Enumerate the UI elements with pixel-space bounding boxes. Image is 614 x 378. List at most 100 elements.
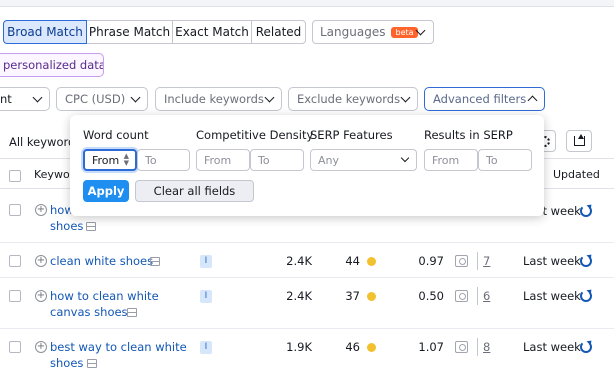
- col-updated-header[interactable]: Updated: [553, 168, 600, 181]
- serp-features-label: SERP Features: [310, 128, 393, 142]
- word-count-from-value: From: [92, 153, 120, 167]
- refresh-icon[interactable]: [580, 290, 592, 302]
- languages-dropdown[interactable]: Languages beta: [312, 20, 434, 44]
- export-arrow: [578, 134, 584, 139]
- tab-exact-match[interactable]: Exact Match: [172, 20, 252, 44]
- personalized-data-button[interactable]: personalized data: [0, 53, 104, 77]
- serp-snapshot-icon[interactable]: [86, 222, 96, 231]
- include-keywords-filter[interactable]: Include keywords: [155, 87, 282, 111]
- divider: [477, 287, 478, 305]
- cpc-value: 0.97: [418, 254, 444, 268]
- add-to-list-icon[interactable]: +: [35, 255, 47, 267]
- competitive-density-from-input[interactable]: From: [196, 149, 250, 171]
- kd-indicator-dot: [367, 343, 376, 352]
- exclude-keywords-filter[interactable]: Exclude keywords: [288, 87, 418, 111]
- beta-badge: beta: [391, 26, 418, 38]
- intent-filter-label: nt: [0, 92, 12, 106]
- top-bar: [0, 0, 614, 7]
- cpc-filter[interactable]: CPC (USD): [56, 87, 148, 111]
- results-to-placeholder: To: [486, 153, 498, 167]
- chevron-down-icon: [400, 92, 411, 103]
- results-link[interactable]: 6: [483, 289, 490, 303]
- advanced-filters-label: Advanced filters: [433, 92, 527, 106]
- add-to-list-icon[interactable]: +: [35, 341, 47, 353]
- serp-features-value: Any: [318, 153, 340, 167]
- kd-indicator-dot: [367, 292, 376, 301]
- results-from-input[interactable]: From: [424, 149, 478, 171]
- languages-label: Languages: [320, 25, 386, 39]
- competitive-density-to-input[interactable]: To: [250, 149, 304, 171]
- advanced-filters-popup: Word count Competitive Density SERP Feat…: [70, 115, 544, 216]
- clear-all-fields-button[interactable]: Clear all fields: [135, 180, 254, 202]
- refresh-icon[interactable]: [580, 205, 592, 217]
- results-link[interactable]: 8: [483, 340, 490, 354]
- divider: [477, 338, 478, 356]
- competitive-density-label: Competitive Density: [196, 128, 314, 142]
- keyword-text-line1: how to clean white: [50, 289, 159, 303]
- keyword-text-line2: canvas shoes: [50, 305, 128, 319]
- refresh-icon[interactable]: [580, 341, 592, 353]
- volume-value: 2.4K: [286, 289, 312, 303]
- keyword-text-line1: clean white shoes: [50, 254, 154, 268]
- updated-text: Last week: [523, 340, 581, 354]
- advanced-filters-button[interactable]: Advanced filters: [424, 87, 545, 111]
- include-keywords-label: Include keywords: [164, 92, 264, 106]
- exclude-keywords-label: Exclude keywords: [297, 92, 401, 106]
- row-checkbox[interactable]: [9, 204, 21, 216]
- add-to-list-icon[interactable]: +: [35, 204, 47, 216]
- word-count-label: Word count: [83, 128, 149, 142]
- kd-value: 46: [345, 340, 360, 354]
- stepper-icon[interactable]: ▲ ▼: [124, 153, 129, 167]
- intent-filter[interactable]: nt: [0, 87, 50, 111]
- serp-features-icon[interactable]: [455, 341, 468, 353]
- col-keyword-header[interactable]: Keywo: [34, 168, 70, 181]
- serp-snapshot-icon[interactable]: [87, 359, 97, 368]
- refresh-icon[interactable]: [580, 255, 592, 267]
- serp-features-select[interactable]: Any: [310, 149, 417, 171]
- word-count-to-input[interactable]: To: [137, 149, 190, 171]
- chevron-down-icon: [264, 92, 275, 103]
- chevron-down-icon: [32, 92, 43, 103]
- keyword-text-line2: shoes: [50, 356, 84, 370]
- chevron-down-icon: [130, 92, 141, 103]
- kd-value: 44: [345, 254, 360, 268]
- intent-badge: I: [200, 290, 212, 303]
- row-divider: [0, 242, 614, 243]
- tab-broad-match[interactable]: Broad Match: [3, 20, 87, 44]
- chevron-down-icon: [400, 153, 410, 163]
- volume-value: 2.4K: [286, 254, 312, 268]
- tab-phrase-match[interactable]: Phrase Match: [86, 20, 173, 44]
- updated-text: Last week: [523, 289, 581, 303]
- add-to-list-icon[interactable]: +: [35, 290, 47, 302]
- updated-text: Last week: [523, 254, 581, 268]
- results-from-placeholder: From: [432, 153, 460, 167]
- results-to-input[interactable]: To: [478, 149, 532, 171]
- row-checkbox[interactable]: [9, 290, 21, 302]
- kd-indicator-dot: [367, 257, 376, 266]
- export-button[interactable]: [566, 130, 592, 152]
- serp-snapshot-icon[interactable]: [127, 308, 137, 317]
- keyword-text-line2: shoes: [50, 219, 84, 233]
- tab-related[interactable]: Related: [251, 20, 306, 44]
- keyword-link[interactable]: best way to clean white shoes: [50, 339, 187, 371]
- serp-snapshot-icon[interactable]: [150, 257, 160, 266]
- divider: [477, 252, 478, 270]
- results-link[interactable]: 7: [483, 254, 490, 268]
- word-count-to-placeholder: To: [145, 153, 157, 167]
- apply-button[interactable]: Apply: [83, 180, 129, 202]
- intent-badge: I: [200, 341, 212, 354]
- serp-features-icon[interactable]: [455, 255, 468, 267]
- all-keywords-label: All keyword: [9, 135, 76, 149]
- word-count-from-input[interactable]: From ▲ ▼: [83, 149, 137, 171]
- row-checkbox[interactable]: [9, 341, 21, 353]
- cd-from-placeholder: From: [204, 153, 232, 167]
- row-divider: [0, 277, 614, 278]
- keyword-link[interactable]: clean white shoes: [50, 253, 153, 269]
- results-in-serp-label: Results in SERP: [424, 128, 513, 142]
- serp-features-icon[interactable]: [455, 290, 468, 302]
- select-all-checkbox[interactable]: [9, 170, 21, 182]
- keyword-link[interactable]: how to clean white canvas shoes: [50, 288, 159, 320]
- volume-value: 1.9K: [286, 340, 312, 354]
- row-checkbox[interactable]: [9, 255, 21, 267]
- row-divider: [0, 328, 614, 329]
